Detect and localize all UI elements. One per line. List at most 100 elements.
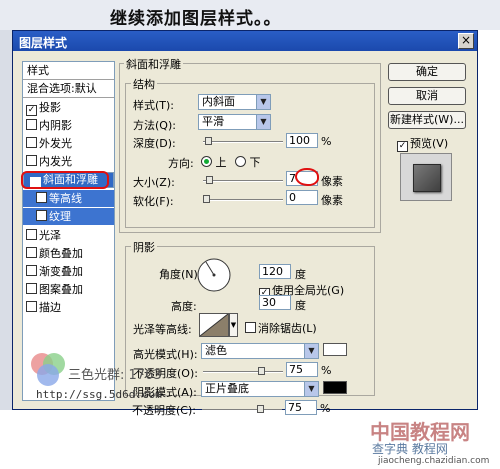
size-slider-thumb[interactable] [206,176,213,184]
method-select[interactable]: 平滑 ▼ [198,114,271,130]
shadow-color-swatch[interactable] [323,381,347,394]
color-overlay-checkbox[interactable] [26,247,37,258]
size-slider-track[interactable] [203,180,283,182]
watermark-group-text: 三色光群: 1763 [68,368,162,383]
cancel-button[interactable]: 取消 [388,87,466,105]
direction-down-radio[interactable] [235,156,246,167]
watermark-url: http://ssg.5d6d.com [36,388,162,401]
style-item-inner-glow[interactable]: 内发光 [23,153,114,170]
chevron-down-icon: ▼ [256,115,270,129]
highlight-opacity-input[interactable]: 75 [286,362,318,377]
bevel-section-title: 斜面和浮雕 [124,56,183,72]
contour-dropdown-button[interactable]: ▼ [229,313,238,337]
altitude-label: 高度: [171,300,197,313]
banner-title: 继续添加图层样式。。 [110,9,282,29]
gradient-overlay-checkbox[interactable] [26,265,37,276]
gloss-contour-label: 光泽等高线: [133,323,192,336]
ok-button[interactable]: 确定 [388,63,466,81]
style-item-outer-glow[interactable]: 外发光 [23,135,114,152]
style-select[interactable]: 内斜面 ▼ [198,94,271,110]
style-item-color-overlay[interactable]: 颜色叠加 [23,245,114,262]
highlight-opacity-track[interactable] [203,371,283,373]
dialog-titlebar[interactable]: 图层样式 × [13,31,477,51]
depth-slider-thumb[interactable] [205,137,212,145]
inner-shadow-checkbox[interactable] [26,119,37,130]
preview-square [413,164,441,192]
texture-checkbox[interactable] [36,210,47,221]
brand-watermark-url: jiaocheng.chazidian.com [378,456,490,466]
soften-unit: 像素 [321,194,343,207]
depth-label: 深度(D): [133,137,176,150]
shadow-opacity-label: 不透明度(C): [132,404,196,417]
new-style-button[interactable]: 新建样式(W)... [388,111,466,129]
style-item-satin[interactable]: 光泽 [23,227,114,244]
satin-checkbox[interactable] [26,229,37,240]
chevron-down-icon: ▼ [256,95,270,109]
shadow-opacity-track[interactable] [202,409,282,411]
depth-input[interactable]: 100 [286,133,318,148]
highlight-mode-select[interactable]: 滤色 ▼ [201,343,319,359]
style-item-contour[interactable]: 等高线 [23,190,114,207]
brand-watermark-sub: 查字典 教程网 [372,442,448,456]
pattern-overlay-checkbox[interactable] [26,283,37,294]
inner-glow-checkbox[interactable] [26,155,37,166]
antialias-checkbox[interactable] [245,322,256,333]
red-annotation-circle [295,168,319,186]
style-item-drop-shadow[interactable]: ✓ 投影 [23,99,114,116]
tricolor-logo-icon [31,353,65,386]
soften-slider-thumb[interactable] [203,195,210,203]
shadow-opacity-unit: % [320,402,331,415]
size-label: 大小(Z): [133,176,175,189]
direction-up[interactable]: 上 [201,154,227,170]
soften-input[interactable]: 0 [286,190,318,205]
method-label: 方法(Q): [133,119,176,132]
drop-shadow-checkbox[interactable]: ✓ [26,105,37,116]
shading-title: 阴影 [131,239,157,255]
soften-label: 软化(F): [133,195,174,208]
shadow-opacity-input[interactable]: 75 [285,400,317,415]
highlight-opacity-thumb[interactable] [257,367,265,375]
top-banner: 继续添加图层样式。。 [0,0,500,30]
layer-style-dialog: 图层样式 × 样式 混合选项:默认 ✓ 投影 内阴影 外发光 内发光 ✓ 斜面和浮雕… [12,30,478,410]
preview-thumbnail [400,153,452,201]
gloss-contour-preview[interactable] [199,313,229,337]
outer-glow-checkbox[interactable] [26,137,37,148]
antialias-option[interactable]: 消除锯齿(L) [245,320,317,336]
preview-checkbox[interactable]: ✓ [397,141,408,152]
contour-checkbox[interactable] [36,192,47,203]
style-item-inner-shadow[interactable]: 内阴影 [23,117,114,134]
chevron-down-icon: ▼ [230,321,237,329]
chevron-down-icon: ▼ [304,344,318,358]
size-unit: 像素 [321,175,343,188]
dialog-title: 图层样式 [19,36,68,50]
style-item-gradient-overlay[interactable]: 渐变叠加 [23,263,114,280]
red-highlight-outline [21,171,109,189]
style-item-pattern-overlay[interactable]: 图案叠加 [23,281,114,298]
altitude-input[interactable]: 30 [259,295,291,310]
close-button[interactable]: × [458,33,474,49]
direction-down[interactable]: 下 [235,154,261,170]
soften-slider-track[interactable] [203,199,283,201]
direction-label: 方向: [168,157,194,170]
style-label: 样式(T): [133,99,175,112]
highlight-mode-label: 高光模式(H): [133,348,198,361]
chevron-down-icon: ▼ [304,382,318,396]
style-item-texture[interactable]: 纹理 [23,208,114,225]
style-list-header[interactable]: 样式 [23,62,114,80]
angle-dial[interactable] [196,257,232,293]
angle-input[interactable]: 120 [259,264,291,279]
direction-up-radio[interactable] [201,156,212,167]
shadow-opacity-thumb[interactable] [256,405,264,413]
shadow-mode-select[interactable]: 正片叠底 ▼ [201,381,319,397]
structure-title: 结构 [131,76,157,92]
highlight-color-swatch[interactable] [323,343,347,356]
angle-unit: 度 [295,268,306,281]
altitude-unit: 度 [295,299,306,312]
depth-slider-track[interactable] [203,141,283,143]
contour-curve-icon [199,313,229,337]
highlight-opacity-unit: % [321,364,332,377]
style-item-stroke[interactable]: 描边 [23,299,114,316]
blend-options-item[interactable]: 混合选项:默认 [23,80,114,98]
preview-option[interactable]: ✓ 预览(V) [397,135,448,152]
stroke-checkbox[interactable] [26,301,37,312]
